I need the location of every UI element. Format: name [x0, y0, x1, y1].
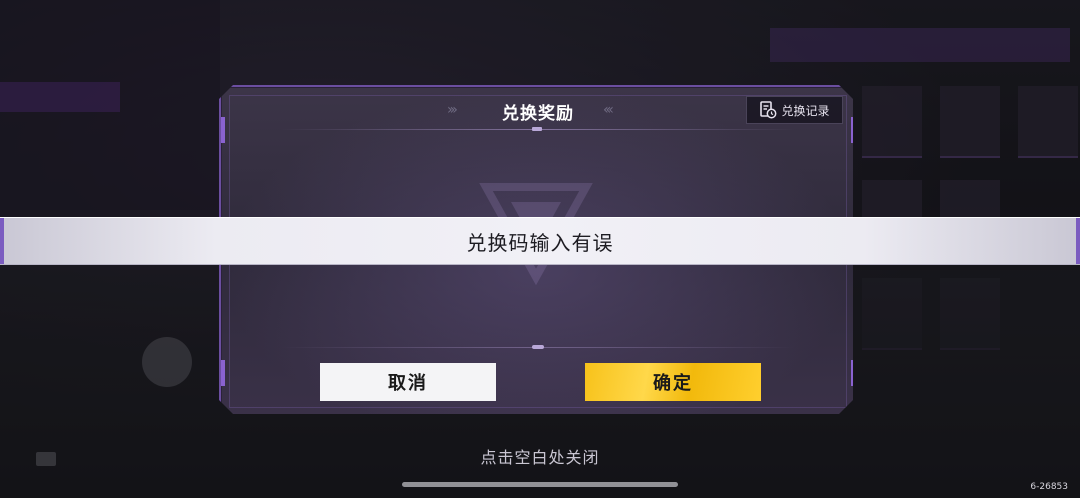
error-toast: 兑换码输入有误 — [0, 217, 1080, 265]
build-id: 6-26853 — [1030, 482, 1068, 492]
toast-right-edge — [1076, 218, 1080, 264]
toast-message: 兑换码输入有误 — [466, 230, 614, 255]
redeem-history-button[interactable]: 兑换记录 — [746, 96, 843, 124]
bottom-divider-dot — [532, 345, 544, 349]
redeem-history-label: 兑换记录 — [781, 103, 830, 118]
title-divider-dot — [532, 127, 542, 131]
dialog-corner-accent — [221, 360, 225, 386]
title-right-decoration: ‹‹‹ — [603, 102, 614, 118]
close-hint: 点击空白处关闭 — [480, 448, 600, 467]
cancel-button[interactable]: 取消 — [320, 363, 496, 401]
home-indicator[interactable] — [402, 482, 678, 487]
toast-left-edge — [0, 218, 4, 264]
redeem-history-icon — [760, 101, 777, 119]
confirm-button[interactable]: 确定 — [585, 363, 761, 401]
